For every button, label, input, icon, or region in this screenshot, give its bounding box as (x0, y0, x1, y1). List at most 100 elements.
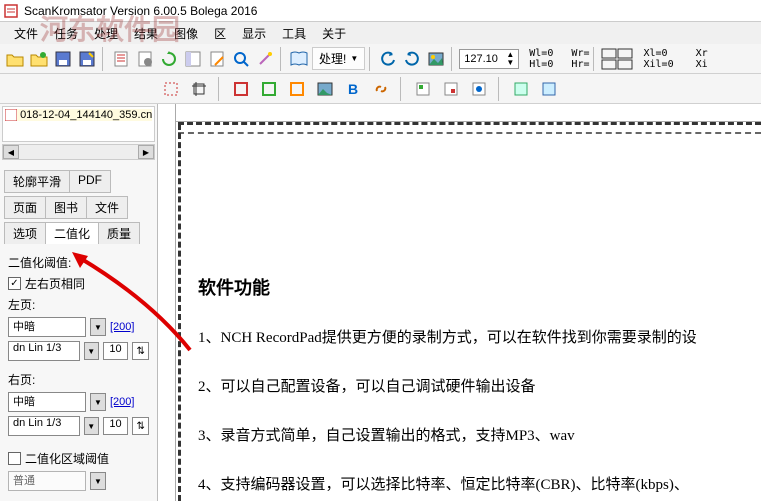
search-icon[interactable] (230, 48, 252, 70)
tab-options[interactable]: 选项 (4, 222, 46, 245)
chevron-down-icon[interactable]: ▼ (84, 342, 99, 360)
content-line: 4、支持编码器设置，可以选择比特率、恒定比特率(CBR)、比特率(kbps)、 (198, 473, 751, 494)
tab-quality[interactable]: 质量 (98, 222, 140, 245)
page-icon[interactable] (110, 48, 132, 70)
window-title: ScanKromsator Version 6.00.5 Bolega 2016 (24, 4, 257, 18)
menu-result[interactable]: 结果 (126, 23, 166, 44)
crop-marker-left[interactable] (178, 124, 186, 501)
bold-b-icon[interactable]: B (342, 78, 364, 100)
tab-binarize[interactable]: 二值化 (45, 222, 99, 245)
app-icon (4, 4, 18, 18)
threshold-label: 二值化阈值: (8, 254, 71, 271)
canvas-area[interactable]: 软件功能 1、NCH RecordPad提供更方便的录制方式，可以在软件找到你需… (158, 104, 761, 501)
menu-zone[interactable]: 区 (206, 23, 234, 44)
scroll-right-icon[interactable]: ▶ (138, 145, 154, 159)
document-content: 软件功能 1、NCH RecordPad提供更方便的录制方式，可以在软件找到你需… (198, 274, 751, 501)
save-as-icon[interactable] (76, 48, 98, 70)
rotate-right-icon[interactable] (401, 48, 423, 70)
readout-x: Xl=0 Xil=0 (643, 48, 673, 70)
page-gear-icon[interactable] (134, 48, 156, 70)
crop-marker-top2[interactable] (178, 132, 761, 134)
right-level-value[interactable]: [200] (110, 396, 134, 408)
menu-tools[interactable]: 工具 (274, 23, 314, 44)
swap-icon[interactable]: ⇅ (132, 417, 149, 435)
right-curve-select[interactable]: dn Lin 1/3 (8, 416, 80, 436)
crop-marker-top[interactable] (178, 122, 761, 130)
open-folder-icon[interactable] (4, 48, 26, 70)
right-page-label: 右页: (8, 371, 35, 388)
menu-process[interactable]: 处理 (86, 23, 126, 44)
left-level-value[interactable]: [200] (110, 321, 134, 333)
menubar: 文件 任务 处理 结果 图像 区 显示 工具 关于 (0, 22, 761, 44)
chevron-down-icon[interactable]: ▼ (90, 472, 106, 490)
scroll-left-icon[interactable]: ◀ (3, 145, 19, 159)
ruler-horizontal (176, 104, 761, 122)
ruler-vertical (158, 104, 176, 501)
content-line: 3、录音方式简单，自己设置输出的格式，支持MP3、wav (198, 424, 751, 445)
wand-icon[interactable] (254, 48, 276, 70)
chevron-down-icon[interactable]: ▼ (90, 393, 106, 411)
tab-file[interactable]: 文件 (86, 196, 128, 219)
left-curve-select[interactable]: dn Lin 1/3 (8, 341, 80, 361)
save-icon[interactable] (52, 48, 74, 70)
picture-icon[interactable] (425, 48, 447, 70)
open-folder2-icon[interactable] (28, 48, 50, 70)
rect-red-icon[interactable] (230, 78, 252, 100)
chevron-down-icon[interactable]: ▼ (84, 417, 99, 435)
file-name: 018-12-04_144140_359.cn (20, 109, 152, 121)
tab-pdf[interactable]: PDF (69, 170, 111, 193)
zone-b-icon[interactable] (538, 78, 560, 100)
region1-icon[interactable] (412, 78, 434, 100)
file-row[interactable]: 018-12-04_144140_359.cn (5, 109, 152, 121)
swap-icon[interactable]: ⇅ (132, 342, 149, 360)
region3-icon[interactable] (468, 78, 490, 100)
readout-xr: Xr Xi (696, 48, 708, 70)
rect-orange-icon[interactable] (286, 78, 308, 100)
link-icon[interactable] (370, 78, 392, 100)
content-heading: 软件功能 (198, 274, 751, 300)
zone-a-icon[interactable] (510, 78, 532, 100)
toolbar-secondary: B (0, 74, 761, 104)
process-label: 处理! (319, 50, 346, 67)
left-level-select[interactable]: 中暗 (8, 317, 86, 337)
menu-image[interactable]: 图像 (166, 23, 206, 44)
sidebar: 018-12-04_144140_359.cn ◀ ▶ 轮廓平滑 PDF 页面 … (0, 104, 158, 501)
edit-page-icon[interactable] (206, 48, 228, 70)
right-level-select[interactable]: 中暗 (8, 392, 86, 412)
menu-display[interactable]: 显示 (234, 23, 274, 44)
select-dotted-icon[interactable] (160, 78, 182, 100)
same-lr-label: 左右页相同 (25, 275, 85, 292)
chevron-down-icon[interactable]: ▼ (90, 318, 106, 336)
area-threshold-checkbox[interactable] (8, 452, 21, 465)
crop-icon[interactable] (188, 78, 210, 100)
panel-icon[interactable] (182, 48, 204, 70)
same-lr-checkbox[interactable]: ✓ (8, 277, 21, 290)
region2-icon[interactable] (440, 78, 462, 100)
left-page-label: 左页: (8, 296, 35, 313)
menu-file[interactable]: 文件 (6, 23, 46, 44)
binarize-panel: 二值化阈值: ✓ 左右页相同 左页: 中暗▼ [200] dn Lin 1/3▼… (0, 244, 157, 501)
normal-select[interactable]: 普通 (8, 471, 86, 491)
content-line: 1、NCH RecordPad提供更方便的录制方式，可以在软件找到你需要录制的设 (198, 326, 751, 347)
readout-wh: Wl=0 Wr= Hl=0 Hr= (529, 48, 589, 70)
menu-task[interactable]: 任务 (46, 23, 86, 44)
filelist-scrollbar[interactable]: ◀ ▶ (2, 144, 155, 160)
left-curve-num[interactable]: 10 (103, 342, 129, 360)
rect-green-icon[interactable] (258, 78, 280, 100)
tab-book[interactable]: 图书 (45, 196, 87, 219)
menu-about[interactable]: 关于 (314, 23, 354, 44)
book-icon[interactable] (288, 48, 310, 70)
rotate-left-icon[interactable] (377, 48, 399, 70)
image-zone-icon[interactable] (314, 78, 336, 100)
tab-page[interactable]: 页面 (4, 196, 46, 219)
right-curve-num[interactable]: 10 (103, 417, 129, 435)
zoom-spinner[interactable]: 127.10▲▼ (459, 49, 519, 69)
file-list[interactable]: 018-12-04_144140_359.cn (2, 106, 155, 142)
content-line: 2、可以自己配置设备，可以自己调试硬件输出设备 (198, 375, 751, 396)
process-button[interactable]: 处理! ▼ (312, 47, 365, 70)
refresh-icon[interactable] (158, 48, 180, 70)
area-threshold-label: 二值化区域阈值 (25, 450, 109, 467)
tab-contour[interactable]: 轮廓平滑 (4, 170, 70, 193)
toolbar-main: 处理! ▼ 127.10▲▼ Wl=0 Wr= Hl=0 Hr= Xl=0 Xi… (0, 44, 761, 74)
grid-preview-icon[interactable] (601, 48, 633, 70)
